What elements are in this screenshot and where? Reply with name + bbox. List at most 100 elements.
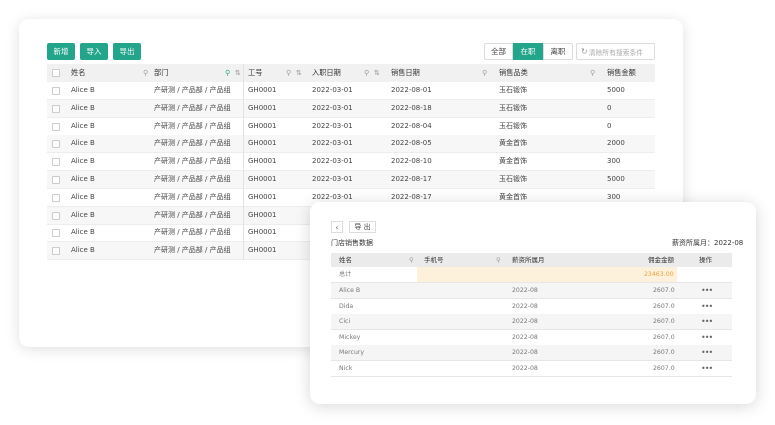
popup-table-row[interactable]: Alice B 2022-08 2607.0 ••• bbox=[331, 283, 732, 299]
sort-icon[interactable]: ⇅ bbox=[296, 64, 302, 82]
cell-join-date: 2022-03-01 bbox=[312, 139, 353, 148]
sort-icon[interactable]: ⇅ bbox=[374, 64, 380, 82]
cell-dept: 产研测 / 产品部 / 产品组 bbox=[154, 210, 231, 219]
cell-category: 玉石锻饰 bbox=[499, 175, 527, 183]
popup-cell-name: Alice B bbox=[339, 287, 361, 294]
more-actions-icon[interactable]: ••• bbox=[701, 345, 713, 360]
search-icon[interactable]: ⚲ bbox=[143, 64, 148, 82]
cell-name: Alice B bbox=[71, 121, 95, 130]
clear-search-button[interactable]: ↻ 清除所有搜索条件 bbox=[576, 43, 655, 60]
table-row[interactable]: Alice B 产研测 / 产品部 / 产品组 GH0001 2022-03-01 20… bbox=[47, 118, 655, 136]
popup-table-row[interactable]: Mickey 2022-08 2607.0 ••• bbox=[331, 330, 732, 346]
more-actions-icon[interactable]: ••• bbox=[701, 361, 713, 376]
row-checkbox[interactable] bbox=[52, 140, 60, 149]
row-checkbox[interactable] bbox=[52, 229, 60, 238]
popup-export-button[interactable]: 导 出 bbox=[349, 221, 376, 233]
filter-active-tab[interactable]: 在职 bbox=[513, 43, 543, 60]
popup-cell-name: Mercury bbox=[339, 349, 365, 357]
table-row[interactable]: Alice B 产研测 / 产品部 / 产品组 GH0001 2022-03-01 20… bbox=[47, 171, 655, 189]
more-actions-icon[interactable]: ••• bbox=[701, 283, 713, 298]
popup-cell-month: 2022-08 bbox=[512, 318, 538, 326]
import-button[interactable]: 导入 bbox=[80, 43, 108, 60]
cell-sale-date: 2022-08-18 bbox=[391, 103, 432, 112]
search-icon[interactable]: ⚲ bbox=[286, 64, 291, 82]
chevron-left-icon: ‹ bbox=[335, 222, 339, 232]
cell-id: GH0001 bbox=[248, 246, 277, 255]
popup-cell-name: Nick bbox=[339, 365, 353, 372]
table-row[interactable]: Alice B 产研测 / 产品部 / 产品组 GH0001 2022-03-01 20… bbox=[47, 153, 655, 172]
more-actions-icon[interactable]: ••• bbox=[701, 314, 713, 329]
row-checkbox[interactable] bbox=[52, 176, 60, 184]
popup-table-row[interactable]: Cici 2022-08 2607.0 ••• bbox=[331, 314, 732, 331]
cell-amount: 300 bbox=[607, 157, 621, 166]
summary-highlight bbox=[417, 267, 677, 282]
row-checkbox[interactable] bbox=[52, 122, 60, 131]
cell-id: GH0001 bbox=[248, 210, 277, 219]
popup-col-phone: 手机号 bbox=[424, 256, 444, 264]
row-checkbox[interactable] bbox=[52, 104, 60, 113]
cell-name: Alice B bbox=[71, 210, 95, 219]
summary-amount: 23463.00 bbox=[644, 271, 674, 278]
more-actions-icon[interactable]: ••• bbox=[701, 330, 713, 345]
select-all-checkbox[interactable] bbox=[52, 69, 60, 77]
cell-sale-date: 2022-08-10 bbox=[391, 157, 432, 166]
table-row[interactable]: Alice B 产研测 / 产品部 / 产品组 GH0001 2022-03-01 20… bbox=[47, 82, 655, 100]
popup-cell-amount: 2607.0 bbox=[653, 349, 675, 357]
row-checkbox[interactable] bbox=[52, 87, 60, 95]
cell-dept: 产研测 / 产品部 / 产品组 bbox=[154, 121, 231, 130]
cell-dept: 产研测 / 产品部 / 产品组 bbox=[154, 103, 231, 112]
popup-col-actions: 操作 bbox=[699, 256, 712, 264]
cell-category: 玉石锻饰 bbox=[499, 86, 527, 94]
cell-amount: 5000 bbox=[607, 175, 625, 183]
search-icon[interactable]: ⚲ bbox=[496, 253, 501, 267]
back-button[interactable]: ‹ bbox=[331, 221, 343, 233]
search-icon[interactable]: ⚲ bbox=[482, 64, 487, 82]
row-checkbox[interactable] bbox=[52, 158, 60, 167]
column-header-join-date: 入职日期 bbox=[312, 68, 341, 77]
more-actions-icon[interactable]: ••• bbox=[701, 299, 713, 314]
popup-cell-name: Cici bbox=[339, 318, 351, 326]
search-icon[interactable]: ⚲ bbox=[590, 64, 595, 82]
refresh-icon: ↻ bbox=[581, 47, 588, 56]
cell-sale-date: 2022-08-04 bbox=[391, 121, 432, 130]
popup-table-header: 姓名 ⚲ 手机号 ⚲ 薪资所属月 佣金金额 操作 bbox=[331, 253, 732, 267]
filter-left-tab[interactable]: 离职 bbox=[543, 43, 573, 60]
cell-category: 玉石锻饰 bbox=[499, 121, 527, 130]
cell-join-date: 2022-03-01 bbox=[312, 175, 353, 183]
popup-table-row[interactable]: Nick 2022-08 2607.0 ••• bbox=[331, 361, 732, 377]
cell-id: GH0001 bbox=[248, 175, 277, 183]
cell-id: GH0001 bbox=[248, 228, 277, 237]
cell-amount: 2000 bbox=[607, 139, 625, 148]
cell-name: Alice B bbox=[71, 192, 95, 201]
cell-dept: 产研测 / 产品部 / 产品组 bbox=[154, 192, 231, 201]
cell-amount: 0 bbox=[607, 121, 612, 130]
popup-col-month: 薪资所属月 bbox=[512, 256, 545, 264]
popup-cell-month: 2022-08 bbox=[512, 365, 538, 372]
filter-all-tab[interactable]: 全部 bbox=[484, 43, 513, 60]
table-row[interactable]: Alice B 产研测 / 产品部 / 产品组 GH0001 2022-03-01 20… bbox=[47, 135, 655, 154]
popup-title: 门店销售数据 bbox=[331, 239, 373, 247]
table-row[interactable]: Alice B 产研测 / 产品部 / 产品组 GH0001 2022-03-01 20… bbox=[47, 99, 655, 118]
popup-cell-amount: 2607.0 bbox=[653, 333, 675, 341]
search-icon[interactable]: ⚲ bbox=[409, 253, 414, 267]
popup-cell-month: 2022-08 bbox=[512, 287, 538, 294]
cell-id: GH0001 bbox=[248, 157, 277, 166]
row-checkbox[interactable] bbox=[52, 193, 60, 202]
cell-dept: 产研测 / 产品部 / 产品组 bbox=[154, 228, 231, 237]
salary-period-label: 薪资所属月：2022-08 bbox=[672, 239, 744, 247]
popup-table-row[interactable]: Mercury 2022-08 2607.0 ••• bbox=[331, 345, 732, 362]
export-button[interactable]: 导出 bbox=[113, 43, 141, 60]
row-checkbox[interactable] bbox=[52, 211, 60, 220]
row-checkbox[interactable] bbox=[52, 247, 60, 256]
cell-name: Alice B bbox=[71, 157, 95, 166]
search-icon[interactable]: ⚲ bbox=[364, 64, 369, 82]
cell-amount: 5000 bbox=[607, 86, 625, 94]
cell-category: 黄金首饰 bbox=[499, 157, 527, 166]
column-header-id: 工号 bbox=[248, 68, 263, 77]
popup-table-row[interactable]: Dida 2022-08 2607.0 ••• bbox=[331, 299, 732, 315]
summary-row: 总计 23463.00 bbox=[331, 267, 732, 283]
search-icon[interactable]: ⚲ bbox=[225, 64, 230, 82]
sort-icon[interactable]: ⇅ bbox=[235, 64, 241, 82]
add-button[interactable]: 新增 bbox=[47, 43, 75, 60]
column-header-dept: 部门 bbox=[154, 68, 169, 77]
